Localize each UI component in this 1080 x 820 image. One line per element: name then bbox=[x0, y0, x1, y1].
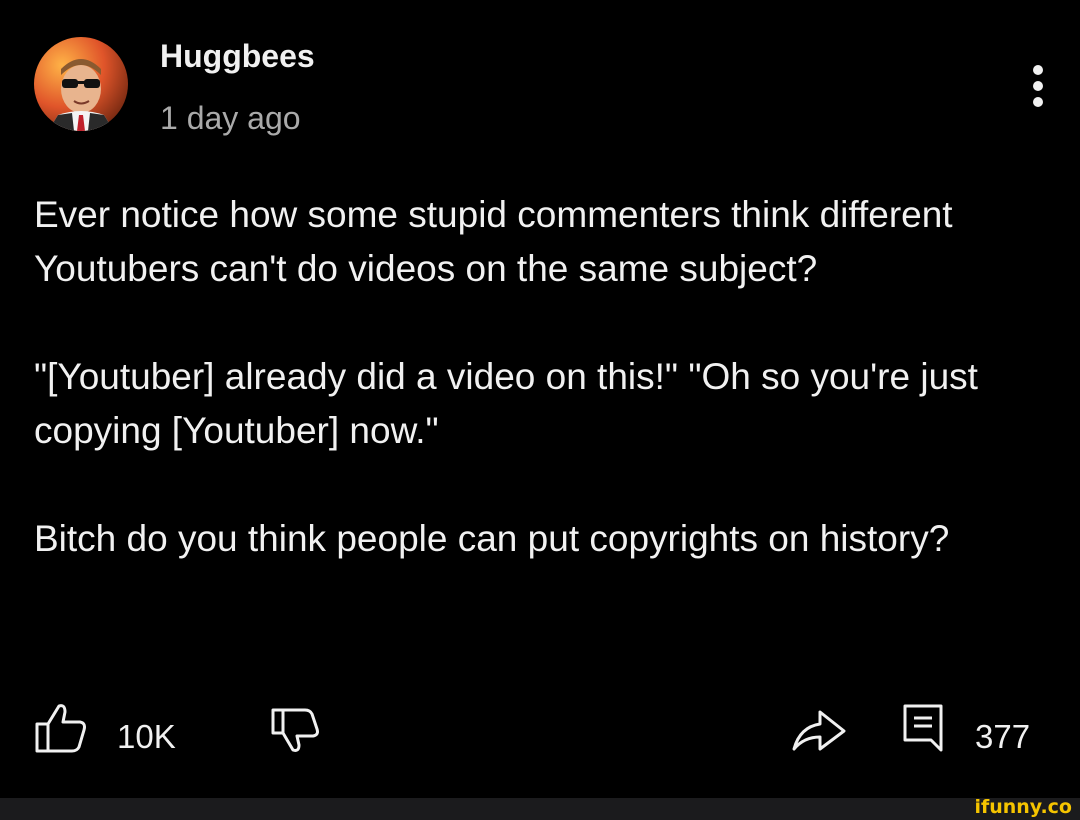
comment-paragraph: Ever notice how some stupid commenters t… bbox=[34, 194, 953, 289]
comment-paragraph: Bitch do you think people can put copyri… bbox=[34, 518, 950, 559]
thumbs-down-icon bbox=[271, 708, 319, 752]
avatar[interactable] bbox=[34, 37, 128, 131]
share-button[interactable] bbox=[790, 707, 848, 758]
thumbs-up-icon bbox=[35, 704, 86, 753]
avatar-image bbox=[48, 59, 114, 131]
dislike-button[interactable] bbox=[270, 705, 322, 762]
comment-icon bbox=[903, 704, 943, 752]
author-name[interactable]: Huggbees bbox=[160, 38, 315, 75]
more-options-button[interactable] bbox=[1020, 62, 1056, 112]
comment-paragraph: "[Youtuber] already did a video on this!… bbox=[34, 356, 978, 451]
reply-count: 377 bbox=[975, 718, 1031, 755]
footer-bar: ifunny.co bbox=[0, 796, 1080, 820]
share-icon bbox=[792, 710, 846, 751]
comment-text: Ever notice how some stupid commenters t… bbox=[34, 188, 1044, 566]
comment-timestamp: 1 day ago bbox=[160, 100, 301, 136]
like-count: 10K bbox=[117, 718, 176, 755]
like-button[interactable] bbox=[32, 700, 90, 763]
more-vertical-icon bbox=[1033, 65, 1043, 107]
replies-button[interactable] bbox=[902, 703, 944, 758]
watermark: ifunny.co bbox=[974, 796, 1072, 818]
